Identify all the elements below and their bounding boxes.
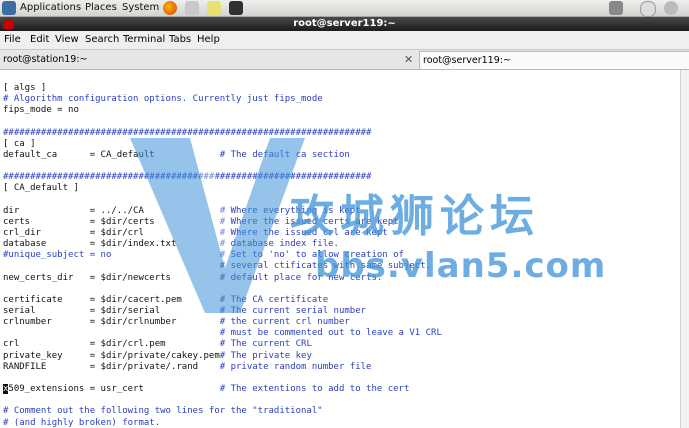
volume-icon[interactable]: [640, 1, 656, 17]
tab-bar: root@station19:~ ✕ root@server119:~: [0, 50, 689, 70]
menu-file[interactable]: File: [4, 34, 21, 46]
comment: # The current CRL: [219, 339, 312, 350]
terminal-line: ########################################…: [3, 127, 372, 138]
tab-label: root@station19:~: [3, 54, 88, 65]
terminal-line: #unique_subject = no # Set to 'no' to al…: [3, 250, 404, 261]
terminal-launcher-icon[interactable]: [229, 1, 243, 15]
comment: # database index file.: [219, 239, 339, 250]
scrollbar[interactable]: [680, 70, 689, 428]
window-titlebar[interactable]: root@server119:~: [0, 17, 689, 31]
comment: # The extentions to add to the cert: [219, 384, 410, 395]
comment: # The default ca section: [219, 149, 350, 160]
menu-terminal[interactable]: Terminal: [123, 34, 165, 46]
firefox-icon[interactable]: [163, 1, 177, 15]
applications-menu[interactable]: Applications: [20, 1, 81, 15]
comment: # Where the issued certs are kept: [219, 216, 399, 227]
terminal-line: [ CA_default ]: [3, 183, 79, 194]
terminal-line: certificate = $dir/cacert.pem # The CA c…: [3, 294, 329, 305]
comment: # default place for new certs.: [219, 272, 383, 283]
terminal-line: ########################################…: [3, 172, 372, 183]
terminal-line: private_key = $dir/private/cakey.pem# Th…: [3, 350, 312, 361]
network-icon[interactable]: [609, 1, 623, 15]
comment: # Where the issued crl are kept: [219, 227, 388, 238]
tab-station19[interactable]: root@station19:~ ✕: [0, 51, 418, 68]
comment: # Where everything is kept: [219, 205, 361, 216]
system-menu[interactable]: System: [122, 1, 159, 15]
terminal-line: default_ca = CA_default # The default ca…: [3, 149, 350, 160]
terminal-line: # Comment out the following two lines fo…: [3, 406, 323, 417]
menu-view[interactable]: View: [55, 34, 79, 46]
terminal-line: x509_extensions = usr_cert # The extenti…: [3, 384, 410, 395]
comment: # The CA certificate: [219, 294, 329, 305]
text-cursor: x: [3, 384, 9, 395]
clock-icon[interactable]: [664, 1, 678, 15]
comment: # The private key: [219, 350, 312, 361]
menubar: File Edit View Search Terminal Tabs Help: [0, 31, 689, 50]
terminal-line: fips_mode = no: [3, 105, 79, 116]
terminal-line: dir = ../../CA # Where everything is kep…: [3, 205, 361, 216]
terminal-line: RANDFILE = $dir/private/.rand # private …: [3, 361, 372, 372]
terminal-line: [ ca ]: [3, 138, 36, 149]
comment: # private random number file: [219, 361, 372, 372]
tab-label: root@server119:~: [423, 55, 511, 66]
terminal-line: # (and highly broken) format.: [3, 417, 161, 428]
menu-edit[interactable]: Edit: [30, 34, 49, 46]
window-title: root@server119:~: [293, 18, 396, 29]
terminal-line: crlnumber = $dir/crlnumber # the current…: [3, 317, 350, 328]
terminal-line: database = $dir/index.txt # database ind…: [3, 239, 339, 250]
terminal-line: # must be commented out to leave a V1 CR…: [3, 328, 442, 339]
comment: # the current crl number: [219, 317, 350, 328]
terminal-output[interactable]: [ algs ] # Algorithm configuration option…: [0, 70, 680, 428]
terminal-line: crl_dir = $dir/crl # Where the issued cr…: [3, 227, 388, 238]
menu-help[interactable]: Help: [197, 34, 220, 46]
close-tab-icon[interactable]: ✕: [404, 51, 413, 68]
mail-icon[interactable]: [185, 1, 199, 15]
tab-server119[interactable]: root@server119:~: [419, 51, 689, 69]
gnome-foot-icon[interactable]: [2, 1, 16, 15]
top-panel: Applications Places System: [0, 0, 689, 17]
terminal-line: new_certs_dir = $dir/newcerts # default …: [3, 272, 383, 283]
menu-tabs[interactable]: Tabs: [169, 34, 191, 46]
terminal-line: [ algs ]: [3, 83, 47, 93]
menu-search[interactable]: Search: [85, 34, 119, 46]
places-menu[interactable]: Places: [85, 1, 117, 15]
terminal-line: certs = $dir/certs # Where the issued ce…: [3, 216, 399, 227]
comment: # The current serial number: [219, 306, 367, 316]
terminal-line: serial = $dir/serial # The current seria…: [3, 306, 367, 316]
terminal-line: crl = $dir/crl.pem # The current CRL: [3, 339, 312, 350]
terminal-line: # Algorithm configuration options. Curre…: [3, 94, 323, 105]
notes-icon[interactable]: [207, 1, 221, 15]
terminal-line: # several ctificates with same subject.: [3, 261, 432, 272]
